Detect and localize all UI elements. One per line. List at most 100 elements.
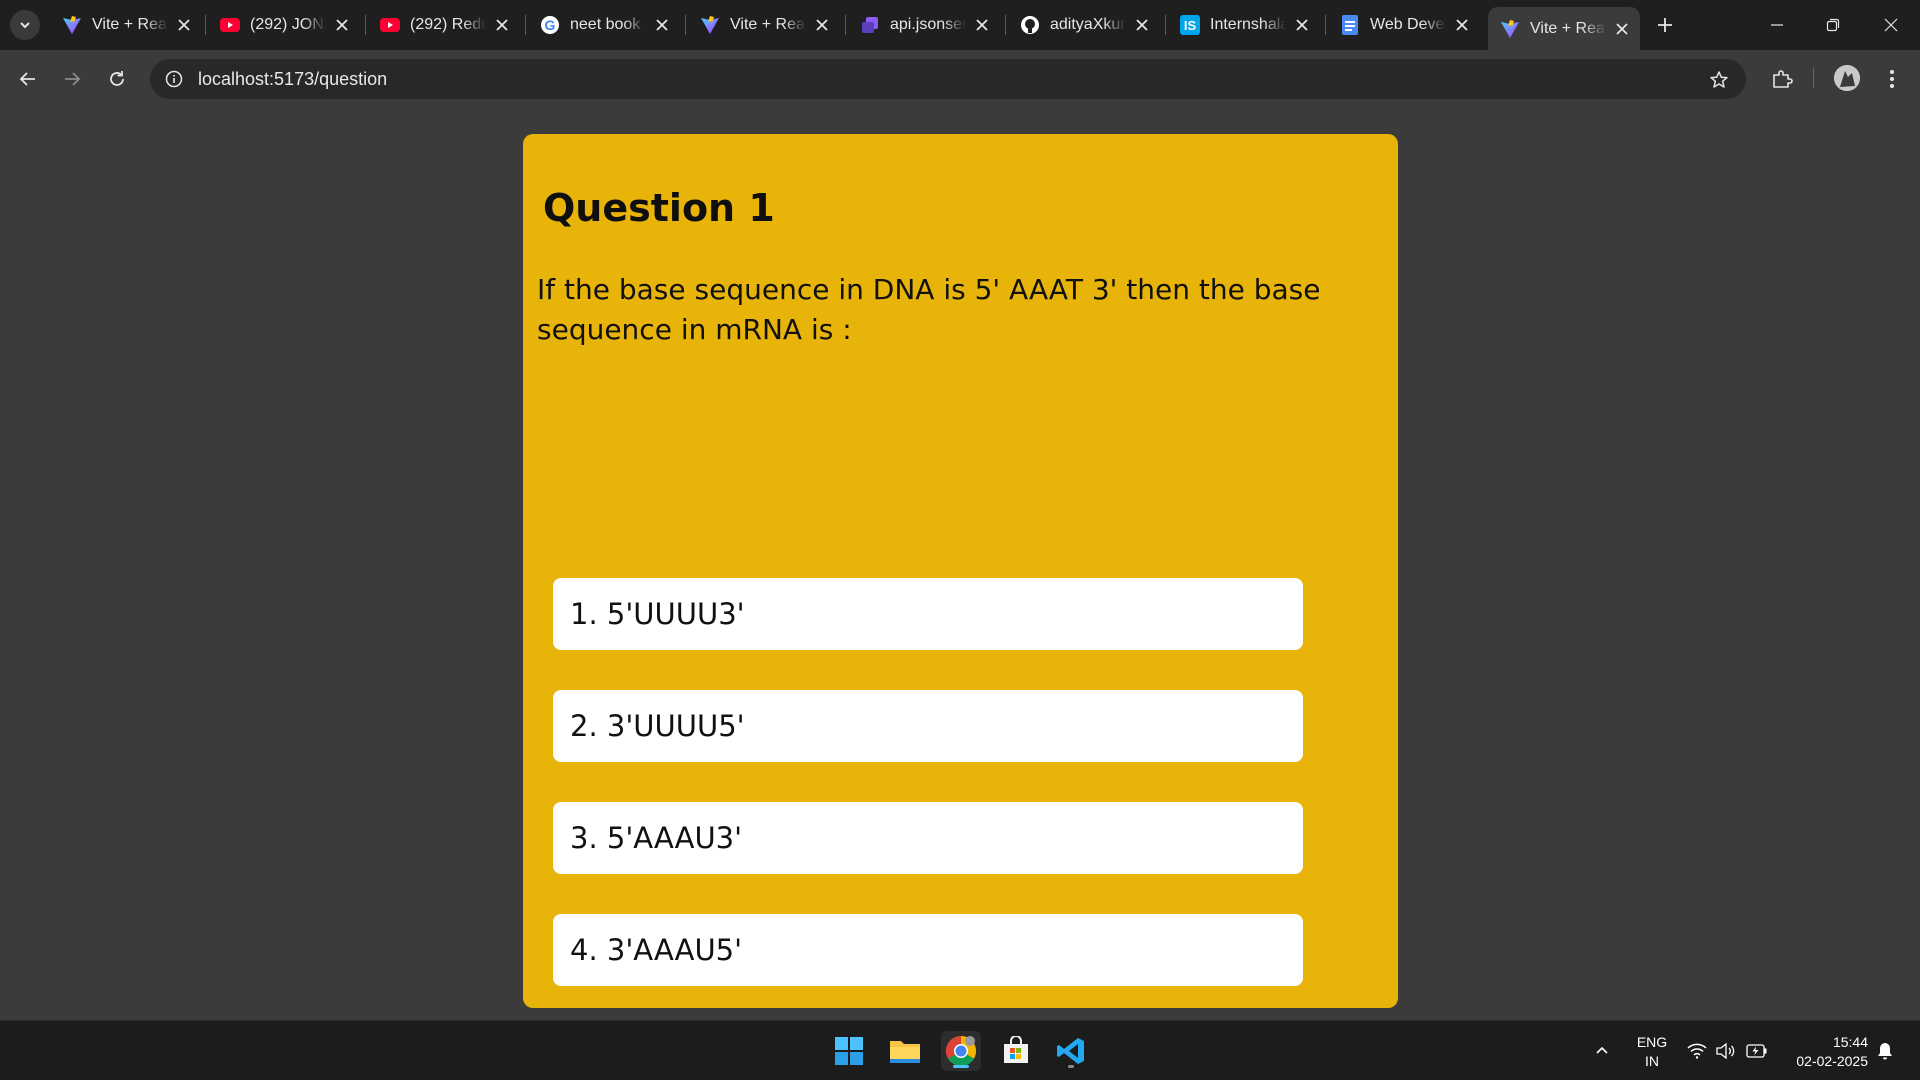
youtube-icon — [220, 15, 240, 35]
close-icon[interactable] — [1132, 15, 1152, 35]
reload-icon — [110, 71, 124, 86]
tab-youtube-2[interactable]: (292) Redux — [368, 7, 520, 43]
question-card: Question 1 If the base sequence in DNA i… — [523, 134, 1398, 1008]
tab-title: neet book — [570, 16, 641, 33]
tab-youtube-1[interactable]: (292) JONAS — [208, 7, 360, 43]
battery-charging-icon — [1746, 1044, 1767, 1058]
battery-status[interactable] — [1745, 1021, 1769, 1080]
close-icon[interactable] — [812, 15, 832, 35]
tab-separator — [1005, 15, 1006, 35]
arrow-right-icon — [65, 72, 81, 86]
tab-docs[interactable]: Web Develop — [1328, 7, 1480, 43]
close-icon[interactable] — [174, 15, 194, 35]
internshala-icon: IS — [1180, 15, 1200, 35]
vscode-icon — [1057, 1038, 1084, 1064]
clock-time: 15:44 — [1832, 1034, 1868, 1050]
notifications-button[interactable] — [1872, 1021, 1898, 1080]
file-explorer-button[interactable] — [885, 1031, 925, 1071]
vite-icon — [62, 15, 82, 35]
tab-separator — [525, 15, 526, 35]
start-button[interactable] — [829, 1031, 869, 1071]
extensions-button[interactable] — [1768, 65, 1796, 93]
tab-separator — [365, 15, 366, 35]
browser-toolbar: localhost:5173/question — [0, 50, 1920, 108]
chevron-up-icon — [1596, 1046, 1608, 1054]
volume-status[interactable] — [1714, 1021, 1738, 1080]
github-icon — [1020, 15, 1040, 35]
address-bar[interactable]: localhost:5173/question — [150, 59, 1746, 99]
microsoft-store-icon — [1004, 1036, 1028, 1063]
tab-title: Web Develop — [1370, 16, 1446, 33]
profile-avatar[interactable] — [1834, 65, 1860, 91]
system-clock[interactable]: 15:44 02-02-2025 — [1770, 1033, 1868, 1071]
chrome-icon — [945, 1036, 977, 1067]
answer-option-2[interactable]: 2. 3'UUUU5' — [553, 690, 1303, 762]
docs-icon — [1340, 15, 1360, 35]
svg-text:G: G — [545, 17, 556, 33]
svg-text:IS: IS — [1184, 18, 1197, 33]
close-icon[interactable] — [1612, 19, 1632, 39]
more-vertical-icon — [1890, 70, 1894, 88]
restore-button[interactable] — [1810, 8, 1856, 42]
tab-google[interactable]: G neet book — [528, 7, 680, 43]
active-app-indicator — [953, 1065, 969, 1068]
plus-icon — [1658, 18, 1672, 32]
speaker-icon — [1716, 1043, 1735, 1059]
tab-separator — [205, 15, 206, 35]
close-icon[interactable] — [1292, 15, 1312, 35]
chrome-menu-button[interactable] — [1878, 65, 1906, 93]
close-icon[interactable] — [972, 15, 992, 35]
youtube-icon — [380, 15, 400, 35]
wifi-status[interactable] — [1685, 1021, 1709, 1080]
bookmark-star-icon[interactable] — [1708, 69, 1730, 91]
tab-vite-active[interactable]: Vite + React — [1488, 7, 1640, 50]
minimize-button[interactable] — [1754, 8, 1800, 42]
new-tab-button[interactable] — [1652, 12, 1678, 38]
close-icon[interactable] — [652, 15, 672, 35]
tab-vite-1[interactable]: Vite + React — [50, 7, 202, 43]
tab-separator — [1165, 15, 1166, 35]
site-info-icon[interactable] — [164, 69, 184, 89]
tab-title: Vite + React — [1530, 19, 1606, 37]
answer-option-4[interactable]: 4. 3'AAAU5' — [553, 914, 1303, 986]
url-text[interactable]: localhost:5173/question — [198, 69, 387, 90]
vscode-button[interactable] — [1051, 1031, 1091, 1071]
puzzle-icon — [1773, 70, 1793, 88]
question-text: If the base sequence in DNA is 5' AAAT 3… — [537, 273, 1321, 346]
back-button[interactable] — [12, 63, 44, 95]
chevron-down-icon — [20, 22, 30, 29]
close-icon — [1884, 18, 1898, 32]
chrome-taskbar-button[interactable] — [941, 1031, 981, 1071]
tab-internshala[interactable]: IS Internshala — [1168, 7, 1320, 43]
vite-icon — [1500, 19, 1520, 39]
restore-icon — [1826, 18, 1840, 32]
input-language-indicator[interactable]: ENG IN — [1630, 1033, 1674, 1071]
tab-vite-2[interactable]: Vite + React — [688, 7, 840, 43]
tab-title: (292) JONAS — [250, 16, 326, 33]
wifi-icon — [1687, 1043, 1707, 1059]
tab-github[interactable]: adityaXkumar — [1008, 7, 1160, 43]
language-code: ENG — [1636, 1034, 1668, 1050]
page-viewport: Question 1 If the base sequence in DNA i… — [0, 108, 1920, 1020]
vite-icon — [700, 15, 720, 35]
language-region: IN — [1645, 1053, 1659, 1069]
tab-separator — [1325, 15, 1326, 35]
answer-option-3[interactable]: 3. 5'AAAU3' — [553, 802, 1303, 874]
tab-jsonserve[interactable]: api.jsonserve — [848, 7, 1000, 43]
avatar-icon — [1834, 65, 1860, 91]
file-explorer-icon — [890, 1041, 920, 1063]
jsonserve-icon — [860, 15, 880, 35]
tab-title: Vite + React — [92, 16, 168, 33]
reload-button[interactable] — [101, 63, 133, 95]
minimize-icon — [1771, 24, 1783, 26]
show-hidden-icons-button[interactable] — [1590, 1021, 1614, 1080]
tab-title: Internshala — [1210, 16, 1286, 33]
close-icon[interactable] — [1452, 15, 1472, 35]
tab-search-button[interactable] — [10, 10, 40, 40]
close-icon[interactable] — [492, 15, 512, 35]
close-window-button[interactable] — [1868, 8, 1914, 42]
forward-button[interactable] — [56, 63, 88, 95]
answer-option-1[interactable]: 1. 5'UUUU3' — [553, 578, 1303, 650]
close-icon[interactable] — [332, 15, 352, 35]
microsoft-store-button[interactable] — [996, 1031, 1036, 1071]
